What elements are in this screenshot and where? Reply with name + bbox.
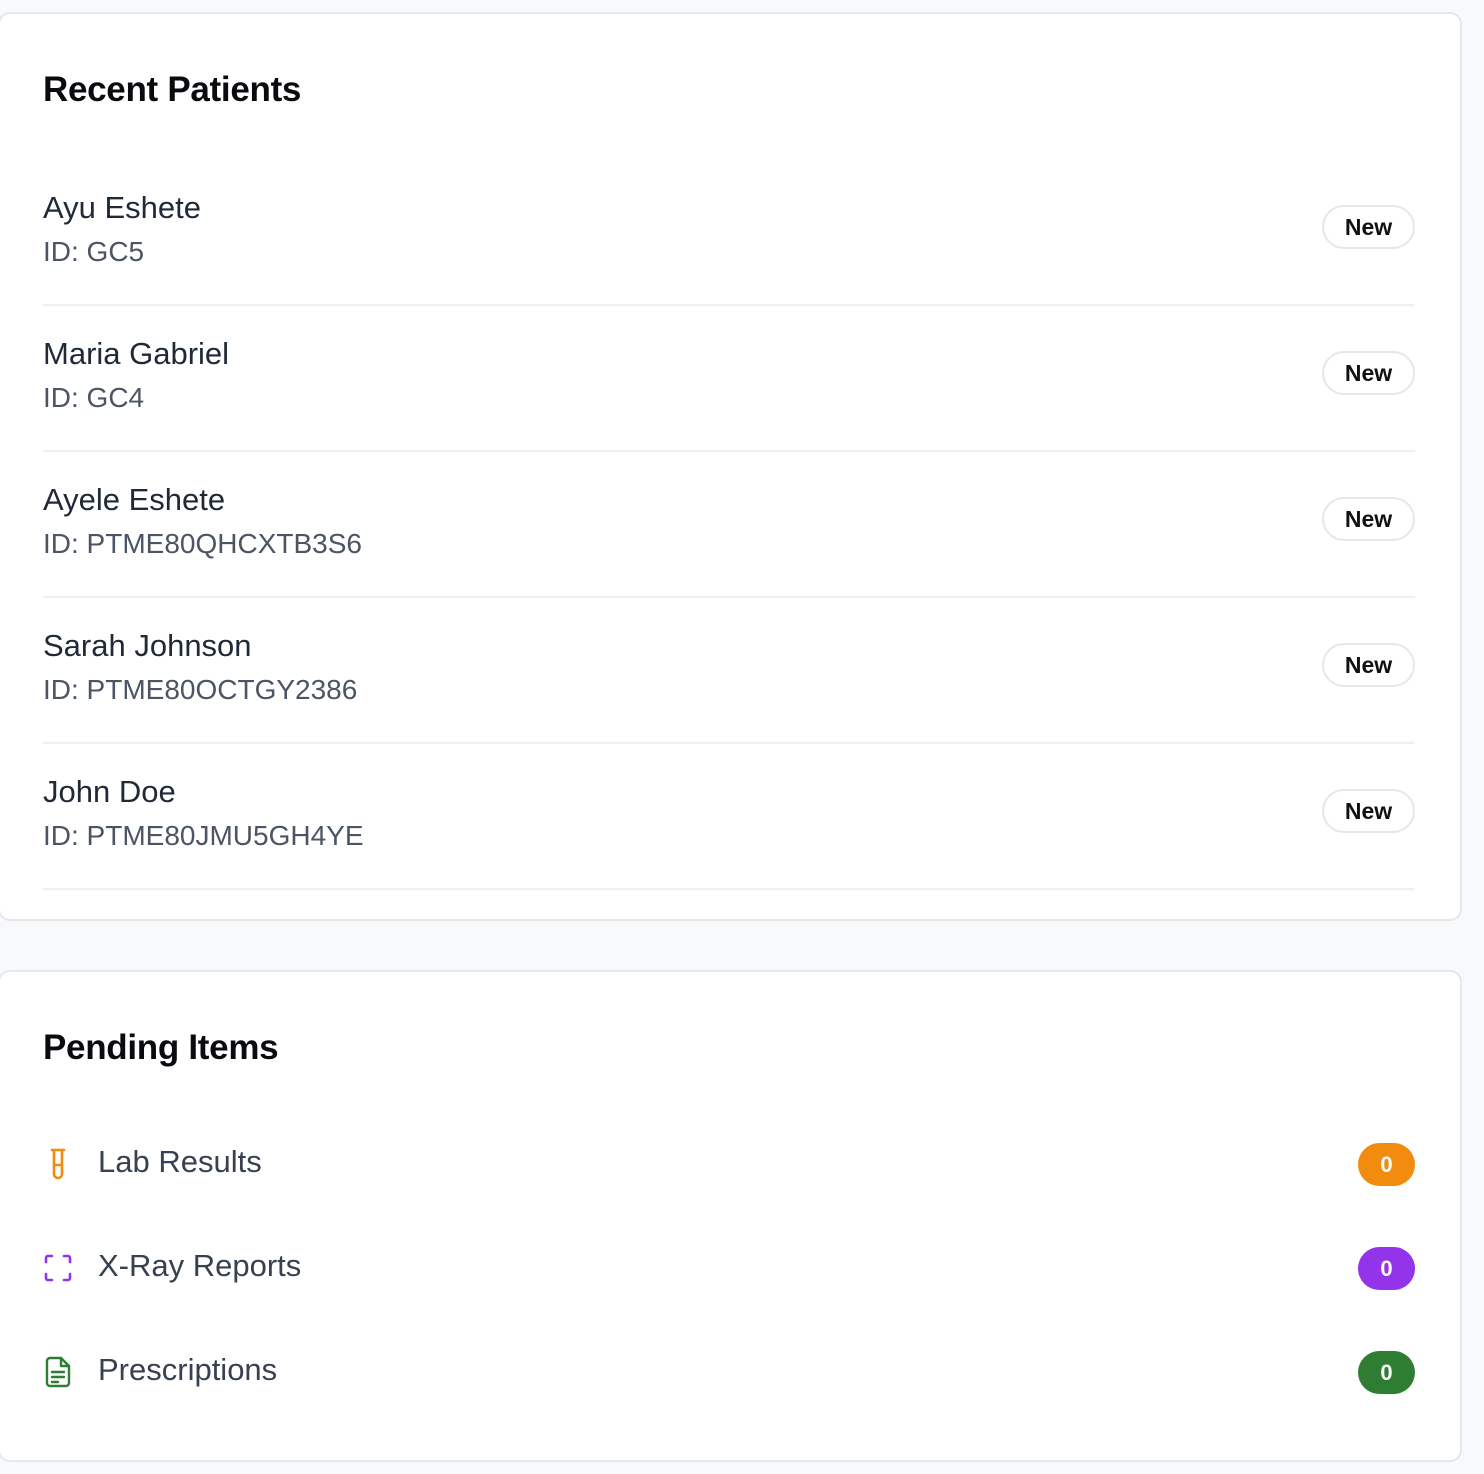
patient-name: Ayele Eshete [43, 482, 226, 517]
patient-list: Ayu Eshete ID: GC5 New Maria Gabriel ID:… [43, 160, 1415, 890]
pending-items-title: Pending Items [43, 1028, 279, 1067]
count-badge: 0 [1358, 1247, 1415, 1290]
patient-row[interactable]: John Doe ID: PTME80JMU5GH4YE New [43, 744, 1415, 890]
recent-patients-card: Recent Patients Ayu Eshete ID: GC5 New M… [0, 12, 1462, 921]
pending-item-label: Lab Results [98, 1144, 262, 1179]
new-badge: New [1322, 643, 1415, 687]
patient-id: ID: PTME80OCTGY2386 [43, 674, 358, 705]
pending-item-label: Prescriptions [98, 1352, 278, 1387]
document-icon [43, 1355, 73, 1389]
patient-name: John Doe [43, 774, 176, 809]
recent-patients-title: Recent Patients [43, 70, 302, 109]
new-badge: New [1322, 205, 1415, 249]
patient-name: Sarah Johnson [43, 628, 252, 663]
scan-frame-icon [43, 1251, 73, 1285]
patient-row[interactable]: Ayu Eshete ID: GC5 New [43, 160, 1415, 306]
test-tube-icon [43, 1147, 73, 1181]
patient-id: ID: GC4 [43, 382, 145, 413]
pending-item-xray-reports[interactable]: X-Ray Reports 0 [43, 1216, 1415, 1320]
pending-item-lab-results[interactable]: Lab Results 0 [43, 1112, 1415, 1216]
pending-item-prescriptions[interactable]: Prescriptions 0 [43, 1320, 1415, 1424]
patient-name: Ayu Eshete [43, 190, 201, 225]
patient-name: Maria Gabriel [43, 336, 230, 371]
patient-id: ID: PTME80QHCXTB3S6 [43, 528, 362, 559]
pending-items-card: Pending Items Lab Results 0 X-Ray Report… [0, 970, 1462, 1462]
new-badge: New [1322, 351, 1415, 395]
pending-item-label: X-Ray Reports [98, 1248, 302, 1283]
patient-id: ID: PTME80JMU5GH4YE [43, 820, 364, 851]
count-badge: 0 [1358, 1351, 1415, 1394]
patient-row[interactable]: Ayele Eshete ID: PTME80QHCXTB3S6 New [43, 452, 1415, 598]
patient-row[interactable]: Sarah Johnson ID: PTME80OCTGY2386 New [43, 598, 1415, 744]
count-badge: 0 [1358, 1143, 1415, 1186]
patient-row[interactable]: Maria Gabriel ID: GC4 New [43, 306, 1415, 452]
pending-list: Lab Results 0 X-Ray Reports 0 Prescripti… [43, 1112, 1415, 1424]
patient-id: ID: GC5 [43, 236, 145, 267]
new-badge: New [1322, 497, 1415, 541]
new-badge: New [1322, 789, 1415, 833]
